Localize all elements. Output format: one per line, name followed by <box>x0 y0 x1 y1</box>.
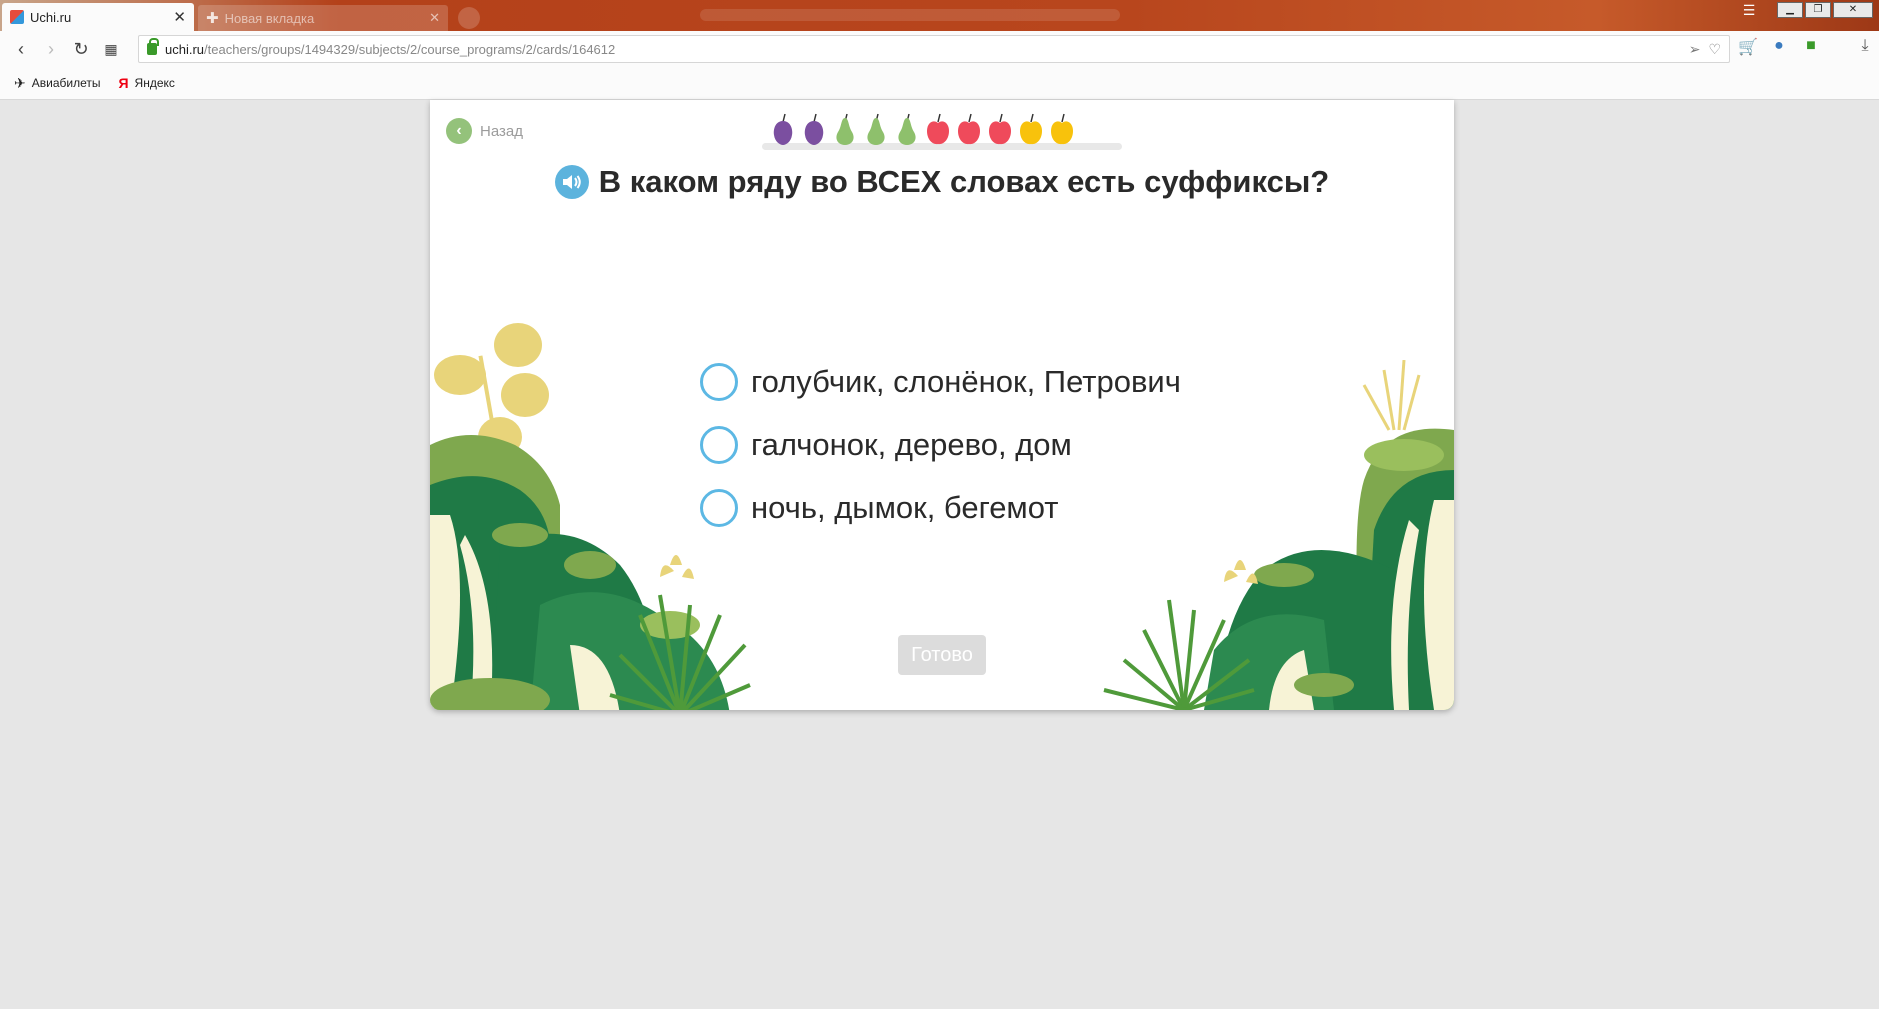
back-label: Назад <box>480 122 523 140</box>
browser-menu-icon[interactable]: ☰ <box>1737 2 1761 20</box>
radio-button[interactable] <box>700 488 738 527</box>
speed-dial-icon[interactable]: ▦ <box>96 34 126 64</box>
window-close-button[interactable]: ✕ <box>1833 2 1873 18</box>
answer-options: голубчик, слонёнок, Петрович галчонок, д… <box>700 350 1181 539</box>
airplane-icon: ✈ <box>14 74 26 91</box>
titlebar-decoration <box>700 9 1120 21</box>
bookmark-yandex[interactable]: Я Яндекс <box>118 75 174 91</box>
done-button[interactable]: Готово <box>898 635 986 675</box>
download-icon[interactable]: ⤓ <box>1856 37 1874 55</box>
plum-icon <box>773 113 793 145</box>
plus-icon: ✚ <box>206 10 219 27</box>
plum-icon <box>804 113 824 145</box>
browser-titlebar: Uchi.ru ✕ ✚ Новая вкладка ✕ ☰ ▁ ❐ ✕ <box>0 0 1879 31</box>
lock-icon <box>147 38 159 55</box>
answer-option[interactable]: галчонок, дерево, дом <box>700 413 1181 476</box>
chevron-left-icon: ‹ <box>446 118 472 144</box>
question-row: В каком ряду во ВСЕХ словах есть суффикс… <box>430 164 1454 200</box>
apple-icon <box>989 113 1011 145</box>
lemon-icon <box>1020 113 1042 145</box>
reload-icon[interactable]: ↻ <box>66 34 96 64</box>
extension-icons: 🛒 ● ■ ⤓ <box>1738 37 1874 56</box>
tab-title: Uchi.ru <box>30 9 72 25</box>
cart-icon[interactable]: 🛒 <box>1738 37 1758 56</box>
forward-nav-icon[interactable]: › <box>36 34 66 64</box>
browser-toolbar: ‹ › ↻ ▦ uchi.ru /teachers/groups/1494329… <box>0 31 1879 67</box>
yandex-icon: Я <box>118 75 129 91</box>
tab-new-label: Новая вкладка <box>224 10 315 26</box>
lesson-card: ‹ Назад В каком ряду во ВСЕХ словах есть… <box>430 100 1454 710</box>
window-controls: ☰ ▁ ❐ ✕ <box>1737 2 1873 20</box>
answer-label: галчонок, дерево, дом <box>751 426 1072 462</box>
question-text: В каком ряду во ВСЕХ словах есть суффикс… <box>598 164 1330 199</box>
answer-label: ночь, дымок, бегемот <box>751 489 1059 525</box>
minimize-button[interactable]: ▁ <box>1777 2 1803 18</box>
tab-uchi[interactable]: Uchi.ru ✕ <box>2 3 194 31</box>
heart-icon[interactable]: ♡ <box>1708 41 1721 58</box>
uchi-favicon-icon <box>10 10 24 24</box>
extension-icon[interactable]: ■ <box>1802 37 1820 55</box>
vpn-icon[interactable]: ● <box>1770 37 1788 55</box>
answer-label: голубчик, слонёнок, Петрович <box>751 363 1181 399</box>
bookmark-label: Авиабилеты <box>31 76 101 90</box>
apple-icon <box>958 113 980 145</box>
bookmarks-bar: ✈ Авиабилеты Я Яндекс <box>0 67 1879 100</box>
radio-button[interactable] <box>700 425 738 464</box>
speaker-icon[interactable] <box>554 165 589 199</box>
bookmark-aviabilety[interactable]: ✈ Авиабилеты <box>14 75 100 92</box>
pear-icon <box>867 113 885 145</box>
tab-new[interactable]: ✚ Новая вкладка ✕ <box>198 5 448 31</box>
address-bar[interactable]: uchi.ru /teachers/groups/1494329/subject… <box>138 35 1730 63</box>
back-button[interactable]: ‹ Назад <box>446 118 523 144</box>
url-path: /teachers/groups/1494329/subjects/2/cour… <box>204 41 616 57</box>
back-nav-icon[interactable]: ‹ <box>6 34 36 64</box>
pear-icon <box>836 113 854 145</box>
progress-fruits <box>770 112 1075 146</box>
new-tab-button[interactable] <box>458 7 480 29</box>
answer-option[interactable]: ночь, дымок, бегемот <box>700 476 1181 539</box>
bookmark-label: Яндекс <box>134 76 175 90</box>
close-icon[interactable]: ✕ <box>429 10 440 26</box>
apple-icon <box>927 113 949 145</box>
radio-button[interactable] <box>700 362 738 401</box>
url-host: uchi.ru <box>165 41 205 57</box>
restore-button[interactable]: ❐ <box>1805 2 1831 18</box>
pear-icon <box>898 113 916 145</box>
answer-option[interactable]: голубчик, слонёнок, Петрович <box>700 350 1181 413</box>
tab-close-icon[interactable]: ✕ <box>173 8 186 26</box>
lemon-icon <box>1051 113 1073 145</box>
progress-bar <box>762 112 1122 152</box>
send-icon[interactable]: ➢ <box>1689 41 1701 58</box>
